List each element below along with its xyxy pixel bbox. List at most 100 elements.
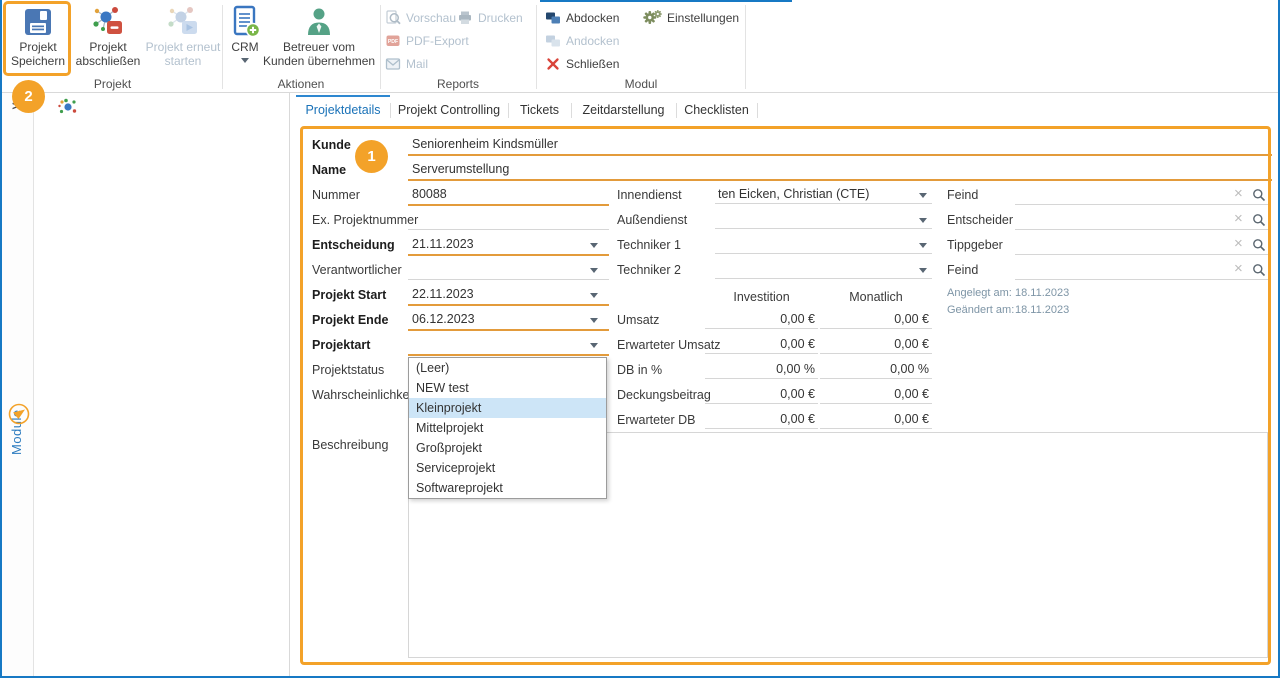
sidebar-tab-module[interactable]: Module bbox=[9, 345, 24, 455]
printer-icon bbox=[457, 10, 473, 26]
pdf-export-label: PDF-Export bbox=[406, 34, 469, 48]
crm-label: CRM bbox=[231, 40, 258, 54]
erwarteter-db-monatlich-field[interactable]: 0,00 € bbox=[820, 410, 932, 429]
tippgeber-lookup-field[interactable]: × bbox=[1015, 235, 1268, 255]
clear-icon[interactable]: × bbox=[1234, 185, 1243, 203]
save-project-button[interactable]: Projekt Speichern bbox=[5, 4, 71, 76]
verantwortlicher-combo[interactable] bbox=[408, 260, 609, 280]
dock-icon bbox=[545, 33, 561, 49]
restart-label-line1: Projekt erneut bbox=[146, 40, 221, 54]
undock-button[interactable]: Abdocken bbox=[545, 9, 619, 26]
module-sidebar: > Module bbox=[2, 93, 34, 676]
projekt-ende-combo[interactable]: 06.12.2023 bbox=[408, 310, 609, 331]
techniker2-combo[interactable] bbox=[715, 260, 932, 279]
finish-project-button[interactable]: Projekt abschließen bbox=[74, 4, 142, 76]
preview-button: Vorschau bbox=[385, 9, 456, 26]
undock-icon bbox=[545, 10, 561, 26]
deckungsbeitrag-monatlich-field[interactable]: 0,00 € bbox=[820, 385, 932, 404]
techniker1-combo[interactable] bbox=[715, 235, 932, 254]
chevron-down-icon[interactable] bbox=[919, 193, 927, 198]
dropdown-item-kleinprojekt[interactable]: Kleinprojekt bbox=[409, 398, 606, 418]
divider bbox=[289, 93, 290, 676]
verantwortlicher-label: Verantwortlicher bbox=[312, 260, 402, 280]
chevron-down-icon[interactable] bbox=[590, 343, 598, 348]
entscheidung-label: Entscheidung bbox=[312, 235, 395, 255]
innendienst-combo[interactable]: ten Eicken, Christian (CTE) bbox=[715, 185, 932, 204]
active-tab-indicator bbox=[296, 95, 390, 97]
tab-projektdetails[interactable]: Projektdetails bbox=[296, 96, 390, 124]
clear-icon[interactable]: × bbox=[1234, 260, 1243, 278]
divider bbox=[676, 103, 677, 118]
erwarteter-umsatz-monatlich-field[interactable]: 0,00 € bbox=[820, 335, 932, 354]
chevron-down-icon[interactable] bbox=[590, 318, 598, 323]
dropdown-item-serviceprojekt[interactable]: Serviceprojekt bbox=[409, 458, 606, 478]
db-prozent-investition-field[interactable]: 0,00 % bbox=[705, 360, 818, 379]
chevron-down-icon[interactable] bbox=[241, 58, 249, 63]
erwarteter-umsatz-investition-field[interactable]: 0,00 € bbox=[705, 335, 818, 354]
nummer-field[interactable]: 80088 bbox=[408, 185, 609, 206]
chevron-down-icon[interactable] bbox=[590, 293, 598, 298]
settings-button[interactable]: Einstellungen bbox=[643, 9, 739, 26]
chevron-down-icon[interactable] bbox=[590, 243, 598, 248]
crm-button[interactable]: CRM bbox=[226, 4, 264, 76]
save-icon bbox=[21, 4, 55, 40]
entscheidung-combo[interactable]: 21.11.2023 bbox=[408, 235, 609, 256]
chevron-down-icon[interactable] bbox=[919, 218, 927, 223]
feind2-label: Feind bbox=[947, 260, 978, 280]
dropdown-item-leer[interactable]: (Leer) bbox=[409, 358, 606, 378]
tab-projekt-controlling[interactable]: Projekt Controlling bbox=[390, 96, 508, 124]
preview-icon bbox=[385, 10, 401, 26]
aussendienst-combo[interactable] bbox=[715, 210, 932, 229]
umsatz-monatlich-field[interactable]: 0,00 € bbox=[820, 310, 932, 329]
chevron-down-icon[interactable] bbox=[919, 268, 927, 273]
aussendienst-label: Außendienst bbox=[617, 210, 687, 230]
projektart-dropdown-list: (Leer) NEW test Kleinprojekt Mittelproje… bbox=[408, 357, 607, 499]
ex-projektnummer-label: Ex. Projektnummer bbox=[312, 210, 418, 230]
caretaker-label-line2: Kunden übernehmen bbox=[263, 54, 375, 68]
project-list-panel[interactable] bbox=[35, 93, 290, 676]
chevron-down-icon[interactable] bbox=[590, 268, 598, 273]
module-badge-icon[interactable] bbox=[8, 403, 30, 425]
annotation-badge-1: 1 bbox=[355, 140, 388, 173]
name-field[interactable]: Serverumstellung bbox=[408, 160, 1272, 181]
dropdown-item-grossprojekt[interactable]: Großprojekt bbox=[409, 438, 606, 458]
tab-zeitdarstellung[interactable]: Zeitdarstellung bbox=[571, 96, 676, 124]
innendienst-label: Innendienst bbox=[617, 185, 682, 205]
search-icon[interactable] bbox=[1252, 188, 1266, 202]
chevron-down-icon[interactable] bbox=[919, 243, 927, 248]
ribbon-group-divider bbox=[536, 5, 537, 89]
tab-checklisten[interactable]: Checklisten bbox=[676, 96, 757, 124]
dropdown-item-mittelprojekt[interactable]: Mittelprojekt bbox=[409, 418, 606, 438]
close-module-button[interactable]: Schließen bbox=[545, 55, 619, 72]
umsatz-investition-field[interactable]: 0,00 € bbox=[705, 310, 818, 329]
clear-icon[interactable]: × bbox=[1234, 210, 1243, 228]
tippgeber-label: Tippgeber bbox=[947, 235, 1003, 255]
deckungsbeitrag-investition-field[interactable]: 0,00 € bbox=[705, 385, 818, 404]
entscheider-label: Entscheider bbox=[947, 210, 1013, 230]
dropdown-item-new-test[interactable]: NEW test bbox=[409, 378, 606, 398]
techniker1-label: Techniker 1 bbox=[617, 235, 681, 255]
ex-projektnummer-field[interactable] bbox=[408, 210, 609, 230]
entscheider-lookup-field[interactable]: × bbox=[1015, 210, 1268, 230]
projektart-combo[interactable] bbox=[408, 335, 609, 356]
clear-icon[interactable]: × bbox=[1234, 235, 1243, 253]
feind1-lookup-field[interactable]: × bbox=[1015, 185, 1268, 205]
db-prozent-label: DB in % bbox=[617, 360, 662, 380]
erwarteter-db-investition-field[interactable]: 0,00 € bbox=[705, 410, 818, 429]
feind2-lookup-field[interactable]: × bbox=[1015, 260, 1268, 280]
projekt-start-combo[interactable]: 22.11.2023 bbox=[408, 285, 609, 306]
ribbon-group-divider bbox=[222, 5, 223, 89]
db-prozent-monatlich-field[interactable]: 0,00 % bbox=[820, 360, 932, 379]
search-icon[interactable] bbox=[1252, 238, 1266, 252]
tab-tickets[interactable]: Tickets bbox=[508, 96, 571, 124]
divider bbox=[757, 103, 758, 118]
settings-label: Einstellungen bbox=[667, 11, 739, 25]
take-caretaker-button[interactable]: Betreuer vom Kunden übernehmen bbox=[266, 4, 372, 76]
search-icon[interactable] bbox=[1252, 263, 1266, 277]
kunde-field[interactable]: Seniorenheim Kindsmüller bbox=[408, 135, 1272, 156]
dropdown-item-softwareprojekt[interactable]: Softwareprojekt bbox=[409, 478, 606, 498]
mail-button: Mail bbox=[385, 55, 428, 72]
ribbon-group-divider bbox=[745, 5, 746, 89]
finish-label-line1: Projekt bbox=[89, 40, 126, 54]
search-icon[interactable] bbox=[1252, 213, 1266, 227]
